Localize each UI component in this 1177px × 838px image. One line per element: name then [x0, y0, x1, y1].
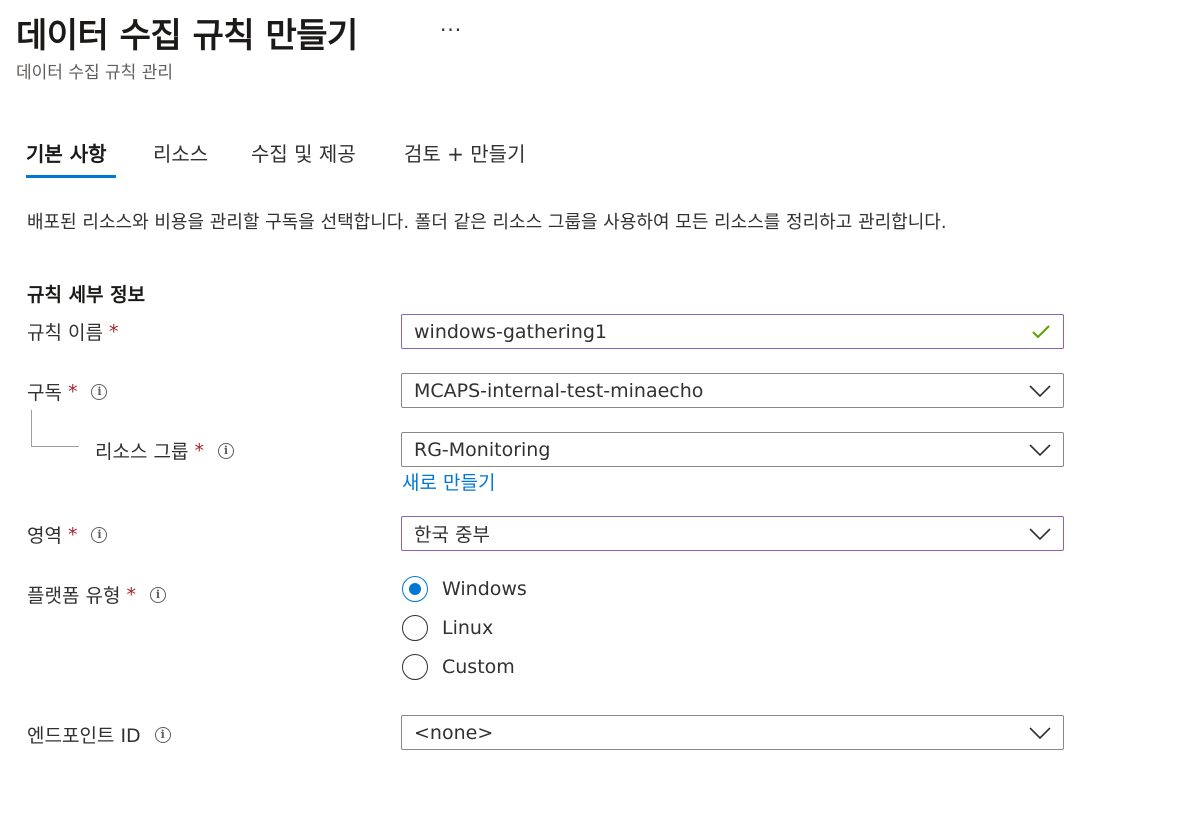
info-icon[interactable]: i: [91, 526, 108, 543]
tab-collect-and-deliver[interactable]: 수집 및 제공: [251, 138, 356, 167]
rule-name-input[interactable]: windows-gathering1: [401, 314, 1064, 349]
subscription-label: 구독 * i: [27, 378, 108, 405]
info-icon[interactable]: i: [149, 586, 166, 603]
radio-windows[interactable]: Windows: [402, 576, 527, 602]
tree-connector: [31, 446, 79, 447]
tree-connector: [31, 410, 32, 446]
required-marker: *: [67, 380, 78, 403]
region-dropdown[interactable]: 한국 중부: [401, 516, 1064, 551]
tab-basics[interactable]: 기본 사항: [26, 138, 107, 167]
more-options-button[interactable]: ···: [440, 18, 462, 42]
chevron-down-icon: [1029, 726, 1051, 739]
subscription-dropdown[interactable]: MCAPS-internal-test-minaecho: [401, 373, 1064, 408]
active-tab-indicator: [26, 175, 116, 178]
tab-review-create[interactable]: 검토 + 만들기: [404, 138, 525, 167]
radio-button[interactable]: [402, 615, 428, 641]
radio-button-checked[interactable]: [402, 576, 428, 602]
required-marker: *: [108, 320, 119, 343]
create-new-link[interactable]: 새로 만들기: [402, 468, 495, 495]
radio-custom[interactable]: Custom: [402, 654, 515, 680]
required-marker: *: [67, 523, 78, 546]
endpoint-id-dropdown[interactable]: <none>: [401, 715, 1064, 750]
resource-group-label: 리소스 그룹 * i: [95, 437, 234, 464]
required-marker: *: [126, 583, 136, 606]
tab-resources[interactable]: 리소스: [153, 138, 208, 167]
page-subtitle: 데이터 수집 규칙 관리: [16, 63, 173, 83]
chevron-down-icon: [1029, 384, 1051, 397]
section-title: 규칙 세부 정보: [27, 284, 146, 306]
platform-type-label: 플랫폼 유형 * i: [27, 581, 166, 608]
info-icon[interactable]: i: [91, 383, 108, 400]
resource-group-dropdown[interactable]: RG-Monitoring: [401, 432, 1064, 467]
region-label: 영역 * i: [27, 521, 108, 548]
radio-linux[interactable]: Linux: [402, 615, 493, 641]
description-text: 배포된 리소스와 비용을 관리할 구독을 선택합니다. 폴더 같은 리소스 그룹…: [27, 212, 947, 233]
checkmark-icon: [1032, 324, 1050, 338]
page-title: 데이터 수집 규칙 만들기: [16, 16, 358, 56]
info-icon[interactable]: i: [217, 442, 234, 459]
chevron-down-icon: [1029, 527, 1051, 540]
rule-name-label: 규칙 이름 *: [27, 320, 119, 345]
radio-button[interactable]: [402, 654, 428, 680]
info-icon[interactable]: i: [154, 726, 171, 743]
chevron-down-icon: [1029, 443, 1051, 456]
endpoint-id-label: 엔드포인트 ID i: [27, 721, 171, 748]
required-marker: *: [194, 439, 204, 462]
